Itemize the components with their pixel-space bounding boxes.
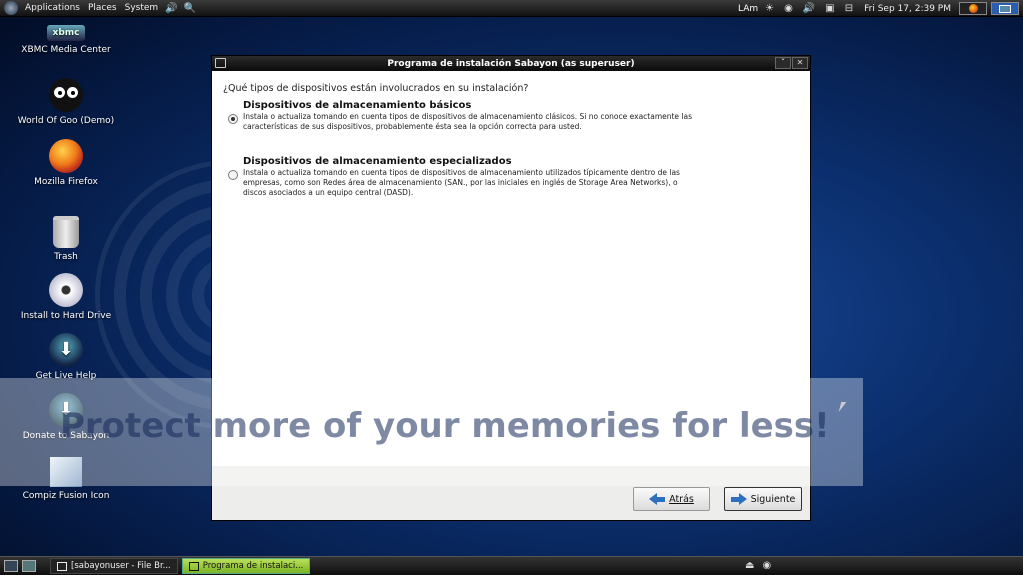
search-icon[interactable]: 🔍 [184, 3, 196, 14]
desktop-icon-label: Mozilla Firefox [34, 177, 98, 187]
next-arrow-icon [738, 493, 747, 505]
option-title: Dispositivos de almacenamiento especiali… [243, 156, 512, 167]
volume-icon[interactable]: 🔊 [165, 3, 177, 14]
window-titlebar[interactable]: Programa de instalación Sabayon (as supe… [212, 56, 810, 71]
window-icon [999, 4, 1011, 13]
taskbar-item-installer[interactable]: Programa de instalaci... [181, 558, 311, 574]
task-label: Programa de instalaci... [202, 561, 304, 571]
network-icon[interactable]: ⊟ [845, 3, 853, 14]
firefox-launcher-button[interactable] [959, 2, 987, 15]
user-label[interactable]: LAm [738, 4, 758, 14]
show-desktop-icon[interactable] [4, 560, 18, 572]
back-button-label: Atrás [669, 493, 694, 505]
watermark-text: Protect more of your memories for less! [60, 406, 830, 446]
desktop-icon-label: World Of Goo (Demo) [17, 116, 115, 126]
desktop-icon-label: Trash [54, 252, 78, 262]
world-of-goo-icon [49, 78, 83, 112]
next-button[interactable]: Siguiente [724, 487, 802, 511]
option-basic-storage[interactable]: Dispositivos de almacenamiento básicos I… [228, 100, 698, 132]
system-menu[interactable]: System [121, 3, 163, 13]
window-menu-icon[interactable] [215, 58, 226, 68]
xbmc-icon: xbmc [47, 25, 85, 41]
desktop-icon-label: XBMC Media Center [21, 45, 111, 55]
option-title: Dispositivos de almacenamiento básicos [243, 100, 472, 111]
weather-icon[interactable]: ☀ [765, 3, 774, 14]
back-arrow-icon [649, 493, 658, 505]
eject-icon[interactable]: ⏏ [745, 560, 754, 571]
workspace-icon[interactable] [22, 560, 36, 572]
device-type-question: ¿Qué tipos de dispositivos están involuc… [223, 83, 529, 94]
option-description: Instala o actualiza tomando en cuenta ti… [243, 112, 693, 131]
top-panel: Applications Places System 🔊 🔍 LAm ☀ ◉ 🔊… [0, 0, 1023, 17]
help-icon: ⬇ [49, 333, 83, 367]
places-menu[interactable]: Places [84, 3, 121, 13]
window-icon [188, 561, 199, 571]
file-browser-icon [57, 561, 67, 571]
option-description: Instala o actualiza tomando en cuenta ti… [243, 168, 680, 197]
disc-tray-icon[interactable]: ◉ [762, 560, 771, 571]
desktop-icon-label: Compiz Fusion Icon [22, 491, 110, 501]
close-icon[interactable]: ✕ [792, 57, 808, 69]
window-title: Programa de instalación Sabayon (as supe… [387, 58, 635, 69]
taskbar-item-file-browser[interactable]: [sabayonuser - File Br... [50, 558, 178, 574]
minimize-icon[interactable]: ˇ [775, 57, 791, 69]
bottom-panel: [sabayonuser - File Br... Programa de in… [0, 556, 1023, 575]
desktop-icon-install[interactable]: Install to Hard Drive [0, 273, 132, 321]
basic-storage-radio[interactable] [228, 114, 238, 124]
task-label: [sabayonuser - File Br... [71, 561, 171, 571]
back-button[interactable]: Atrás [633, 487, 710, 511]
desktop-icon-firefox[interactable]: Mozilla Firefox [0, 139, 132, 187]
option-specialized-storage[interactable]: Dispositivos de almacenamiento especiali… [228, 156, 698, 198]
volume-tray-icon[interactable]: 🔊 [803, 3, 815, 14]
desktop-icon-world-of-goo[interactable]: World Of Goo (Demo) [0, 78, 132, 126]
desktop-icon-xbmc[interactable]: xbmc XBMC Media Center [0, 25, 132, 55]
specialized-storage-radio[interactable] [228, 170, 238, 180]
clock[interactable]: Fri Sep 17, 2:39 PM [864, 4, 951, 14]
clipboard-icon[interactable]: ▣ [825, 3, 834, 14]
sabayon-logo-icon[interactable] [4, 1, 18, 15]
applications-menu[interactable]: Applications [21, 3, 84, 13]
desktop-icon-help[interactable]: ⬇ Get Live Help [0, 333, 132, 381]
update-notifier-icon[interactable]: ◉ [784, 3, 793, 14]
trash-icon [53, 216, 79, 248]
firefox-icon [968, 4, 978, 13]
firefox-icon [49, 139, 83, 173]
desktop-icon-trash[interactable]: Trash [0, 216, 132, 262]
desktop-icon-label: Install to Hard Drive [20, 311, 112, 321]
next-button-label: Siguiente [750, 493, 796, 505]
show-desktop-button[interactable] [991, 2, 1019, 15]
disc-icon [49, 273, 83, 307]
